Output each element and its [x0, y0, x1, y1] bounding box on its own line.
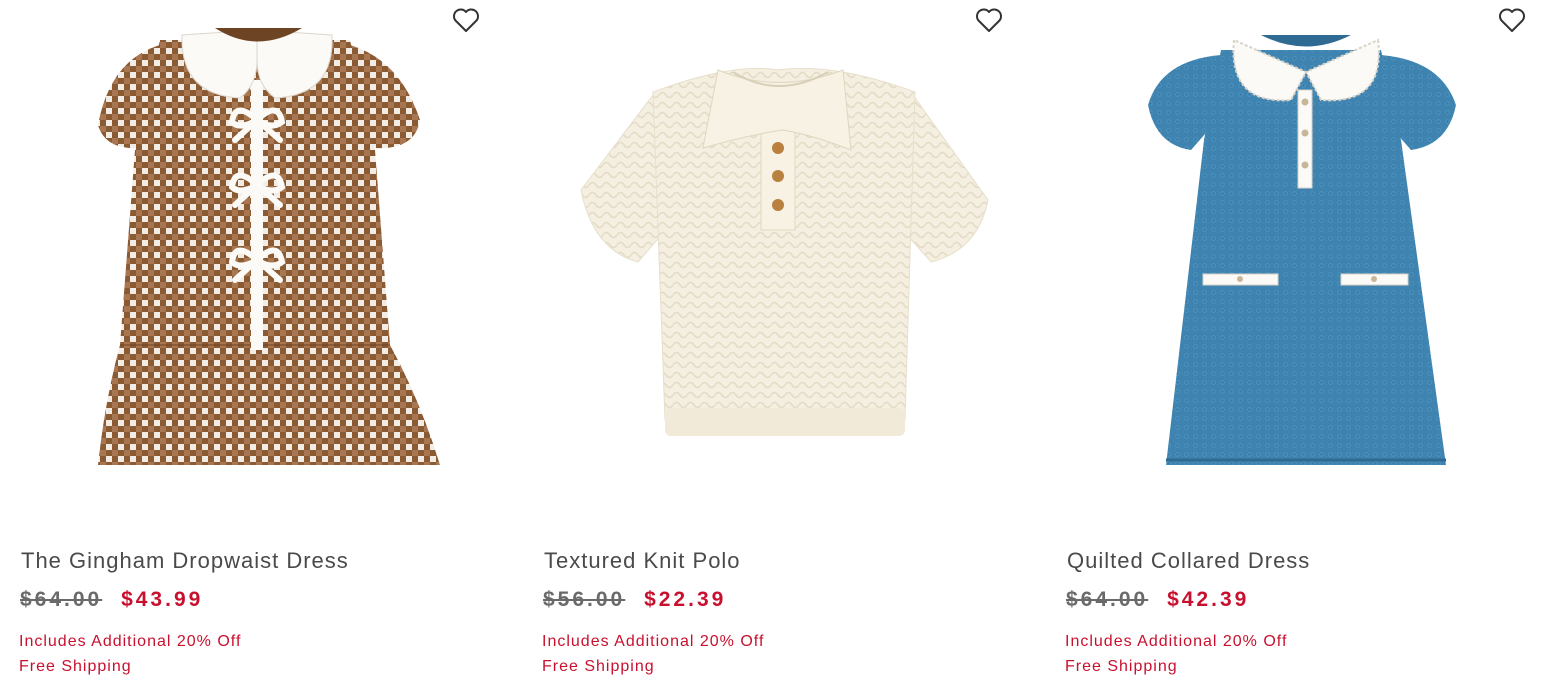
product-card[interactable]: Quilted Collared Dress $64.00 $42.39 Inc… — [1056, 0, 1548, 682]
original-price: $56.00 — [543, 588, 626, 611]
promo-text: Includes Additional 20% Off — [542, 633, 765, 650]
product-title[interactable]: Quilted Collared Dress — [1067, 548, 1310, 574]
product-title[interactable]: The Gingham Dropwaist Dress — [21, 548, 349, 574]
price-row: $56.00 $22.39 — [543, 588, 726, 612]
quilted-dress-illustration — [1148, 35, 1456, 465]
favorite-heart-icon[interactable] — [450, 4, 482, 36]
sale-price: $22.39 — [644, 588, 727, 611]
product-title[interactable]: Textured Knit Polo — [544, 548, 741, 574]
favorite-heart-icon[interactable] — [1496, 4, 1528, 36]
original-price: $64.00 — [1066, 588, 1149, 611]
shipping-text: Free Shipping — [542, 658, 655, 675]
shipping-text: Free Shipping — [19, 658, 132, 675]
product-image-blue-quilted-dress[interactable] — [1056, 0, 1548, 505]
favorite-heart-icon[interactable] — [973, 4, 1005, 36]
promo-text: Includes Additional 20% Off — [19, 633, 242, 650]
product-grid: The Gingham Dropwaist Dress $64.00 $43.9… — [0, 0, 1548, 682]
price-row: $64.00 $43.99 — [20, 588, 203, 612]
sale-price: $43.99 — [121, 588, 204, 611]
knit-polo-illustration — [580, 67, 989, 436]
promo-text: Includes Additional 20% Off — [1065, 633, 1288, 650]
sale-price: $42.39 — [1167, 588, 1250, 611]
product-image-brown-gingham-dress[interactable] — [10, 0, 520, 505]
product-image-cream-knit-polo[interactable] — [533, 0, 1043, 505]
original-price: $64.00 — [20, 588, 103, 611]
price-row: $64.00 $42.39 — [1066, 588, 1249, 612]
product-card[interactable]: The Gingham Dropwaist Dress $64.00 $43.9… — [10, 0, 520, 682]
product-card[interactable]: Textured Knit Polo $56.00 $22.39 Include… — [533, 0, 1043, 682]
gingham-dress-illustration — [98, 28, 440, 465]
shipping-text: Free Shipping — [1065, 658, 1178, 675]
